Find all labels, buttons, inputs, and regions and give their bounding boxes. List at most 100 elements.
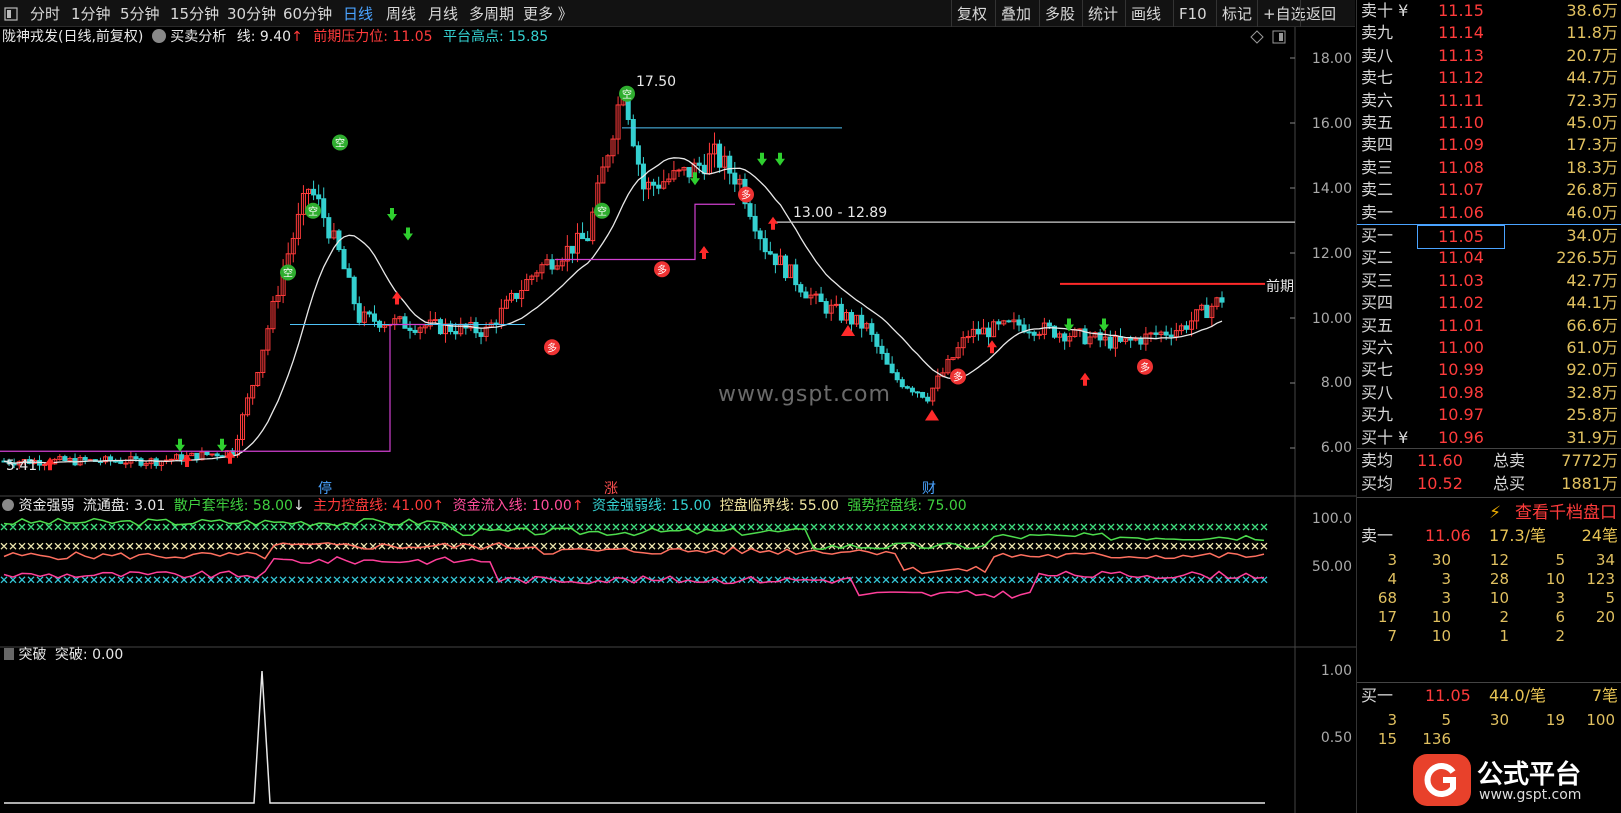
candle-body xyxy=(915,391,920,394)
indicator-name[interactable]: 买卖分析 xyxy=(170,29,226,45)
sell-level-volume: 26.8万 xyxy=(1566,180,1618,200)
sell-level-price: 11.06 xyxy=(1438,202,1484,222)
buy-row[interactable]: 买一 11.05 34.0万 xyxy=(1357,225,1621,250)
candle-body xyxy=(209,453,215,456)
buy-row[interactable]: 买三 11.03 42.7万 xyxy=(1357,270,1621,292)
sell-row[interactable]: 卖二 11.07 26.8万 xyxy=(1357,179,1621,201)
event-zhang[interactable]: 涨 xyxy=(604,478,618,498)
sell-queue-row-cell: 3 xyxy=(1555,589,1565,607)
toolbar-button-0[interactable]: 复权 xyxy=(957,4,987,24)
sell-row[interactable]: 卖八 11.13 20.7万 xyxy=(1357,45,1621,67)
buy-row[interactable]: 买四 11.02 44.1万 xyxy=(1357,292,1621,314)
sell-row[interactable]: 卖三 11.08 18.3万 xyxy=(1357,157,1621,179)
sell-row[interactable]: 卖四 11.09 17.3万 xyxy=(1357,134,1621,156)
float-value: 流通盘: 3.01 xyxy=(82,498,166,514)
period-tab-2[interactable]: 5分钟 xyxy=(120,4,160,24)
buy-row[interactable]: 买九 10.97 25.8万 xyxy=(1357,404,1621,426)
buy-row[interactable]: 买五 11.01 66.6万 xyxy=(1357,315,1621,337)
buy-level-label: 买四 xyxy=(1361,293,1394,313)
sell-level-price: 11.08 xyxy=(1438,157,1484,177)
sell-level-price: 11.14 xyxy=(1438,23,1484,43)
indicator-gear-icon[interactable] xyxy=(151,29,166,43)
period-tab-5[interactable]: 60分钟 xyxy=(283,4,332,24)
sell-queue-row-cell: 2 xyxy=(1555,627,1565,645)
period-tab-7[interactable]: 周线 xyxy=(386,4,416,24)
period-tab-1[interactable]: 1分钟 xyxy=(71,4,111,24)
sell-row[interactable]: 卖十 ¥ 11.15 38.6万 xyxy=(1357,0,1621,22)
toolbar-button-2[interactable]: 多股 xyxy=(1045,4,1075,24)
toolbar-button-1[interactable]: 叠加 xyxy=(1001,4,1031,24)
period-tab-9[interactable]: 多周期 xyxy=(469,4,514,24)
watermark: www.gspt.com xyxy=(718,382,891,407)
toolbar-button-8[interactable]: 返回 xyxy=(1306,4,1336,24)
sell-row[interactable]: 卖九 11.14 11.8万 xyxy=(1357,22,1621,44)
buy-queue-row-cell: 5 xyxy=(1441,711,1451,729)
break-gear-icon[interactable] xyxy=(4,648,14,660)
period-tab-10[interactable]: 更多 》 xyxy=(523,4,573,24)
buy-row[interactable]: 买七 10.99 92.0万 xyxy=(1357,359,1621,381)
logo-icon xyxy=(1413,754,1471,806)
candle-body xyxy=(123,462,129,465)
panel-toggle-icon[interactable] xyxy=(4,4,18,24)
view-thousand-levels-button[interactable]: ⚡ 查看千档盘口 xyxy=(1467,500,1617,526)
candle-body xyxy=(311,188,317,196)
kong-marker-text: 空 xyxy=(622,88,632,101)
toolbar-separator xyxy=(951,0,952,27)
sell-row[interactable]: 卖一 11.06 46.0万 xyxy=(1357,202,1621,224)
sell-level-label: 卖一 xyxy=(1361,202,1394,222)
sell-queue-row-cell: 5 xyxy=(1555,551,1565,569)
buy-level-volume: 92.0万 xyxy=(1566,360,1618,380)
candle-body xyxy=(656,184,662,189)
layout-icon[interactable] xyxy=(1272,30,1286,48)
sell-level-price: 11.15 xyxy=(1438,1,1484,20)
buy-row[interactable]: 买十 ¥ 10.96 31.9万 xyxy=(1357,427,1621,449)
toolbar-separator xyxy=(1082,0,1083,27)
price-axis-tick: 6.00 xyxy=(1320,440,1352,456)
sell-row[interactable]: 卖六 11.11 72.3万 xyxy=(1357,90,1621,112)
chart-area[interactable]: 空空空空空多多多多多 xyxy=(0,27,1356,813)
buy-queue-row-cell: 136 xyxy=(1422,730,1451,748)
buy-row[interactable]: 买六 11.00 61.0万 xyxy=(1357,337,1621,359)
toolbar-button-3[interactable]: 统计 xyxy=(1088,4,1118,24)
buy-level-price: 10.96 xyxy=(1438,427,1484,447)
event-ting[interactable]: 停 xyxy=(318,478,332,498)
candle-body xyxy=(630,118,636,147)
period-tab-0[interactable]: 分时 xyxy=(30,4,60,24)
period-tab-4[interactable]: 30分钟 xyxy=(227,4,276,24)
candle-body xyxy=(651,181,657,186)
buy-level-price: 11.03 xyxy=(1438,270,1484,290)
sell-queue-row-cell: 3 xyxy=(1441,589,1451,607)
sell-row[interactable]: 卖七 11.12 44.7万 xyxy=(1357,67,1621,89)
period-tab-8[interactable]: 月线 xyxy=(428,4,458,24)
kong-marker-text: 空 xyxy=(308,205,318,218)
period-tab-6[interactable]: 日线 xyxy=(343,4,373,24)
toolbar-separator xyxy=(995,0,996,27)
up-arrow xyxy=(392,291,402,305)
toolbar-button-6[interactable]: 标记 xyxy=(1222,4,1252,24)
diamond-icon[interactable] xyxy=(1250,30,1264,48)
buy-row[interactable]: 买二 11.04 226.5万 xyxy=(1357,247,1621,269)
buy-queue-row: 15 136 xyxy=(1357,730,1621,749)
break-name[interactable]: 突破 xyxy=(18,647,46,663)
fund-name[interactable]: 资金强弱 xyxy=(18,498,74,514)
candle-body xyxy=(879,345,885,354)
sell-level-price: 11.10 xyxy=(1438,113,1484,132)
candle-body xyxy=(321,198,327,219)
candle-body xyxy=(676,169,682,172)
candle-body xyxy=(153,458,159,466)
toolbar-button-5[interactable]: F10 xyxy=(1179,4,1207,24)
critical-value: 控盘临界线: 55.00 xyxy=(719,498,839,514)
sell-row[interactable]: 卖五 11.10 45.0万 xyxy=(1357,112,1621,134)
sell-queue-row-cell: 28 xyxy=(1489,570,1509,588)
sell-queue-row-cell: 10 xyxy=(1431,608,1451,626)
period-tab-3[interactable]: 15分钟 xyxy=(170,4,219,24)
down-arrow xyxy=(403,227,413,241)
sell-level-price: 11.09 xyxy=(1438,135,1484,155)
event-cai[interactable]: 财 xyxy=(922,478,936,498)
candle-body xyxy=(1183,325,1189,330)
buy-row[interactable]: 买八 10.98 32.8万 xyxy=(1357,382,1621,404)
candle-body xyxy=(818,293,824,303)
toolbar-button-4[interactable]: 画线 xyxy=(1131,4,1161,24)
fund-gear-icon[interactable] xyxy=(2,499,14,511)
candle-body xyxy=(478,332,484,337)
